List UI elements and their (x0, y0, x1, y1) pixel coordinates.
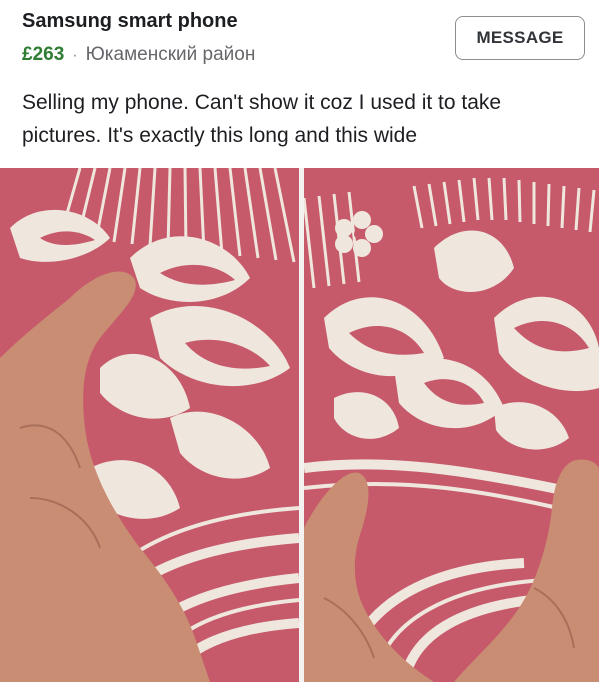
listing-title: Samsung smart phone (22, 10, 238, 32)
right-photo[interactable] (304, 168, 599, 682)
listing-meta: £263 · Юкаменский район (22, 44, 255, 66)
fabric-hand-image-right (304, 168, 599, 682)
listing-description: Selling my phone. Can't show it coz I us… (22, 91, 502, 147)
listing-price: £263 (22, 44, 65, 65)
photo-strip (0, 168, 599, 682)
listing-header: Samsung smart phone £263 · Юкаменский райо… (0, 0, 599, 168)
listing-location: Юкаменский район (85, 44, 256, 65)
meta-separator: · (72, 47, 78, 64)
left-photo[interactable] (0, 168, 299, 682)
marketplace-listing: Samsung smart phone £263 · Юкаменский райо… (0, 0, 599, 682)
message-button[interactable]: MESSAGE (455, 16, 585, 60)
fabric-hand-image-left (0, 168, 299, 682)
